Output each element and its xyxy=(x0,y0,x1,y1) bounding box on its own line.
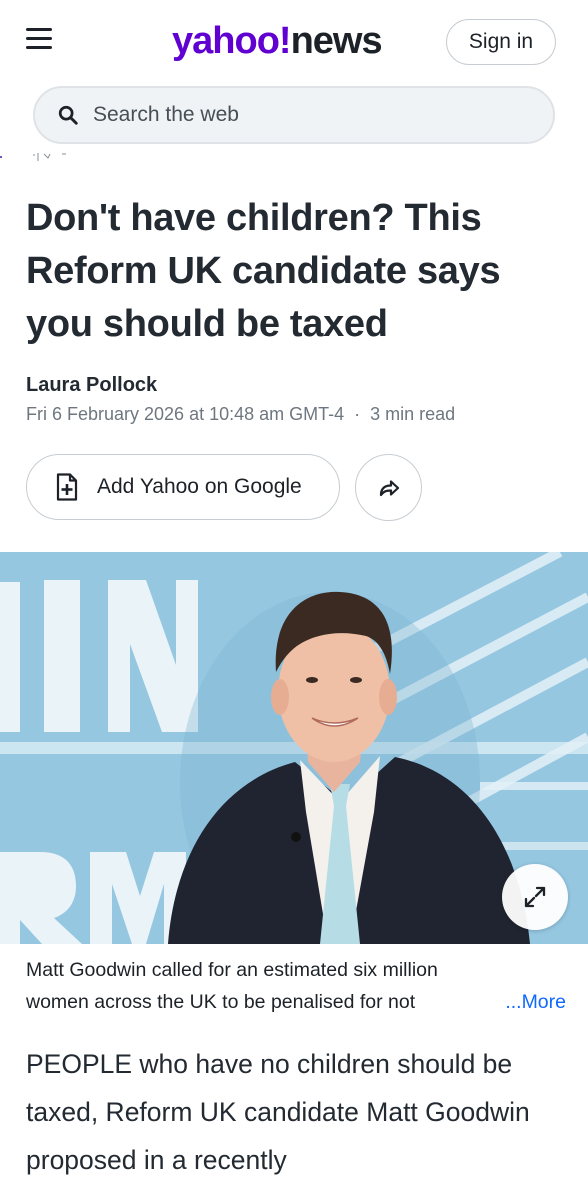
expand-icon xyxy=(524,886,546,908)
sign-in-button[interactable]: Sign in xyxy=(446,19,556,65)
add-document-icon xyxy=(56,473,78,501)
search-bar[interactable] xyxy=(33,86,555,144)
logo-news-text: news xyxy=(290,19,383,62)
caption-more-link[interactable]: ...More xyxy=(505,986,566,1018)
add-yahoo-on-google-button[interactable]: Add Yahoo on Google xyxy=(26,454,340,520)
search-input[interactable] xyxy=(93,103,493,127)
caption-line-1: Matt Goodwin called for an estimated six… xyxy=(26,959,438,981)
publish-date: Fri 6 February 2026 at 10:48 am GMT-4 xyxy=(26,404,345,424)
logo-yahoo-text: yahoo! xyxy=(172,19,292,62)
article-meta: Fri 6 February 2026 at 10:48 am GMT-4 · … xyxy=(26,404,455,425)
expand-image-button[interactable] xyxy=(502,864,568,930)
article-title: Don't have children? This Reform UK cand… xyxy=(26,197,501,345)
hero-photo xyxy=(0,552,588,944)
yahoo-news-logo[interactable]: yahoo! news xyxy=(172,16,383,66)
cropped-fragment xyxy=(0,153,66,161)
author-name[interactable]: Laura Pollock xyxy=(26,374,157,397)
image-caption: Matt Goodwin called for an estimated six… xyxy=(26,954,566,1018)
share-arrow-icon xyxy=(379,479,399,496)
caption-line-2-row: women across the UK to be penalised for … xyxy=(26,986,566,1018)
meta-separator: · xyxy=(354,404,361,424)
read-time: 3 min read xyxy=(370,404,456,424)
caption-line-2: women across the UK to be penalised for … xyxy=(26,991,416,1013)
article-hero-image[interactable] xyxy=(0,552,588,944)
hamburger-menu-icon[interactable] xyxy=(26,28,56,56)
share-button[interactable] xyxy=(355,454,422,521)
article-body-paragraph: PEOPLE who have no children should be ta… xyxy=(26,1049,530,1175)
top-header: yahoo! news Sign in xyxy=(0,0,588,84)
search-icon xyxy=(58,105,78,125)
add-button-label: Add Yahoo on Google xyxy=(97,475,302,498)
